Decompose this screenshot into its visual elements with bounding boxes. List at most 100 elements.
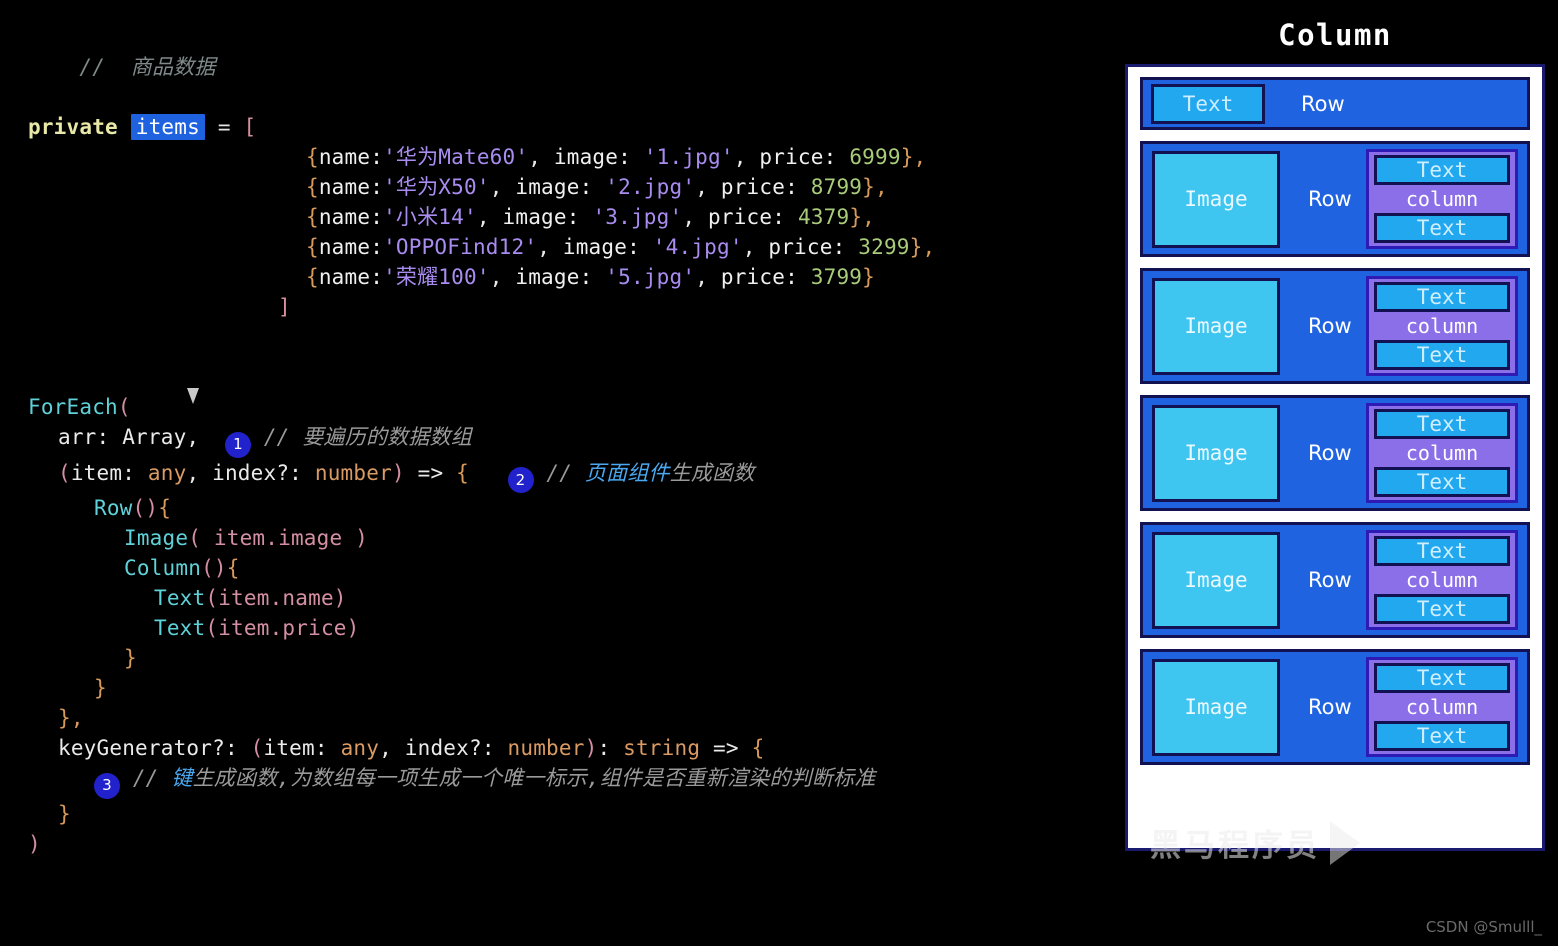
code-line-array-close: ] — [28, 292, 1110, 322]
param-item: item: — [70, 460, 136, 485]
column-box-label: column — [1405, 695, 1479, 719]
column-box-label: column — [1405, 187, 1479, 211]
items-array-rows: {name:'华为Mate60', image: '1.jpg', price:… — [28, 142, 1110, 292]
variable-items-highlighted[interactable]: items — [130, 114, 205, 140]
value-price: 8799 — [810, 175, 863, 199]
key-image: image: — [553, 145, 631, 169]
object-close-brace: }, — [909, 235, 936, 259]
keygenerator-param-name: keyGenerator?: — [58, 736, 238, 760]
column-box: Text Text column — [1366, 276, 1518, 376]
column-box-label: column — [1405, 568, 1479, 592]
code-line-foreach: ForEach( — [28, 392, 1110, 422]
diagram-title: Column — [1278, 18, 1392, 52]
text-box-top: Text — [1374, 282, 1510, 312]
header-row-card: Text Row — [1140, 77, 1530, 130]
item-row: {name:'OPPOFind12', image: '4.jpg', pric… — [28, 232, 1110, 262]
code-line-comment-data: // 商品数据 — [28, 22, 1110, 112]
image-box: Image — [1152, 277, 1280, 375]
code-line-image-call: Image( item.image ) — [28, 523, 1110, 553]
column-box: Text Text column — [1366, 149, 1518, 249]
value-price: 3799 — [810, 265, 863, 289]
value-image: '5.jpg' — [605, 265, 696, 289]
image-box: Image — [1152, 531, 1280, 629]
column-function-name: Column — [124, 556, 202, 580]
text-box-bottom: Text — [1374, 594, 1510, 624]
code-line-close-row: } — [28, 673, 1110, 703]
key-image: image: — [502, 205, 580, 229]
comment-2-highlight: 页面组件 — [584, 460, 670, 485]
key-price: price: — [720, 175, 798, 199]
param-arr: arr: Array, — [58, 425, 200, 449]
image-argument: ( item.image ) — [188, 526, 369, 550]
column-box-label: column — [1405, 314, 1479, 338]
column-close-brace: } — [124, 646, 137, 670]
image-box: Image — [1152, 658, 1280, 756]
object-open-brace: { — [306, 205, 319, 229]
keygen-close-brace: } — [58, 801, 71, 826]
key-image: image: — [515, 175, 593, 199]
object-open-brace: { — [306, 265, 319, 289]
comma: , — [733, 145, 747, 169]
comma: , — [528, 145, 542, 169]
image-box: Image — [1152, 404, 1280, 502]
row-label: Row — [1308, 695, 1352, 719]
value-name: '华为X50' — [383, 175, 490, 199]
code-line-text-price: Text(item.price) — [28, 613, 1110, 643]
value-price: 4379 — [797, 205, 850, 229]
value-image: '4.jpg' — [652, 235, 743, 259]
play-triangle-icon — [1330, 820, 1360, 865]
column-box: Text Text column — [1366, 530, 1518, 630]
header-text-box: Text — [1151, 83, 1265, 124]
key-price: price: — [720, 265, 798, 289]
image-function-name: Image — [124, 526, 189, 550]
image-box: Image — [1152, 150, 1280, 248]
code-line-close-keygen: } — [28, 799, 1110, 829]
text-box-top: Text — [1374, 409, 1510, 439]
key-name: name: — [318, 175, 384, 199]
badge-2: 2 — [507, 467, 534, 493]
code-line-close-callback: }, — [28, 703, 1110, 733]
keygen-param-index: index?: — [404, 736, 495, 760]
comment-2-rest: 生成函数 — [669, 460, 755, 485]
column-container: Text Row Image Row Text Text column Imag… — [1125, 64, 1545, 851]
brand-watermark-text: 黑马程序员 — [1150, 828, 1320, 864]
value-price: 6999 — [849, 145, 901, 169]
product-row-card: Image Row Text Text column — [1140, 395, 1530, 511]
row-label: Row — [1308, 187, 1352, 211]
comment-product-data: // 商品数据 — [79, 55, 216, 79]
badge-3: 3 — [94, 772, 120, 799]
type-any: any — [147, 460, 187, 485]
equals-operator: = — [217, 115, 231, 139]
code-line-keygenerator: keyGenerator?: (item: any, index?: numbe… — [28, 733, 1110, 763]
code-line-close-foreach: ) — [28, 829, 1110, 859]
column-parens: () — [201, 556, 227, 580]
item-row: {name:'小米14', image: '3.jpg', price: 437… — [28, 202, 1110, 232]
column-box: Text Text column — [1366, 403, 1518, 503]
row-function-name: Row — [94, 496, 133, 520]
row-close-brace: } — [94, 676, 107, 700]
comment-3-slashes: // — [132, 766, 159, 790]
comment-3-highlight: 键 — [171, 766, 193, 790]
text-box-top: Text — [1374, 536, 1510, 566]
keygen-type-any: any — [340, 736, 380, 760]
key-name: name: — [318, 205, 384, 229]
row-label: Row — [1308, 441, 1352, 465]
row-open-brace: { — [158, 496, 172, 520]
key-image: image: — [562, 235, 640, 259]
object-open-brace: { — [306, 235, 319, 259]
object-close-brace: }, — [862, 175, 888, 199]
badge-1: 1 — [224, 431, 251, 458]
product-row-card: Image Row Text Text column — [1140, 649, 1530, 765]
object-close-brace: } — [862, 265, 875, 289]
column-box-label: column — [1405, 441, 1479, 465]
csdn-watermark: CSDN @Smulll_ — [1425, 918, 1542, 936]
key-price: price: — [759, 145, 837, 169]
column-open-brace: { — [226, 556, 240, 580]
value-name: '华为Mate60' — [383, 145, 529, 169]
key-name: name: — [318, 235, 384, 259]
item-row: {name:'荣耀100', image: '5.jpg', price: 37… — [28, 262, 1110, 292]
value-name: '小米14' — [383, 205, 477, 229]
keygen-return-type: string — [623, 736, 701, 760]
key-price: price: — [768, 235, 846, 259]
header-row-label: Row — [1301, 91, 1345, 116]
